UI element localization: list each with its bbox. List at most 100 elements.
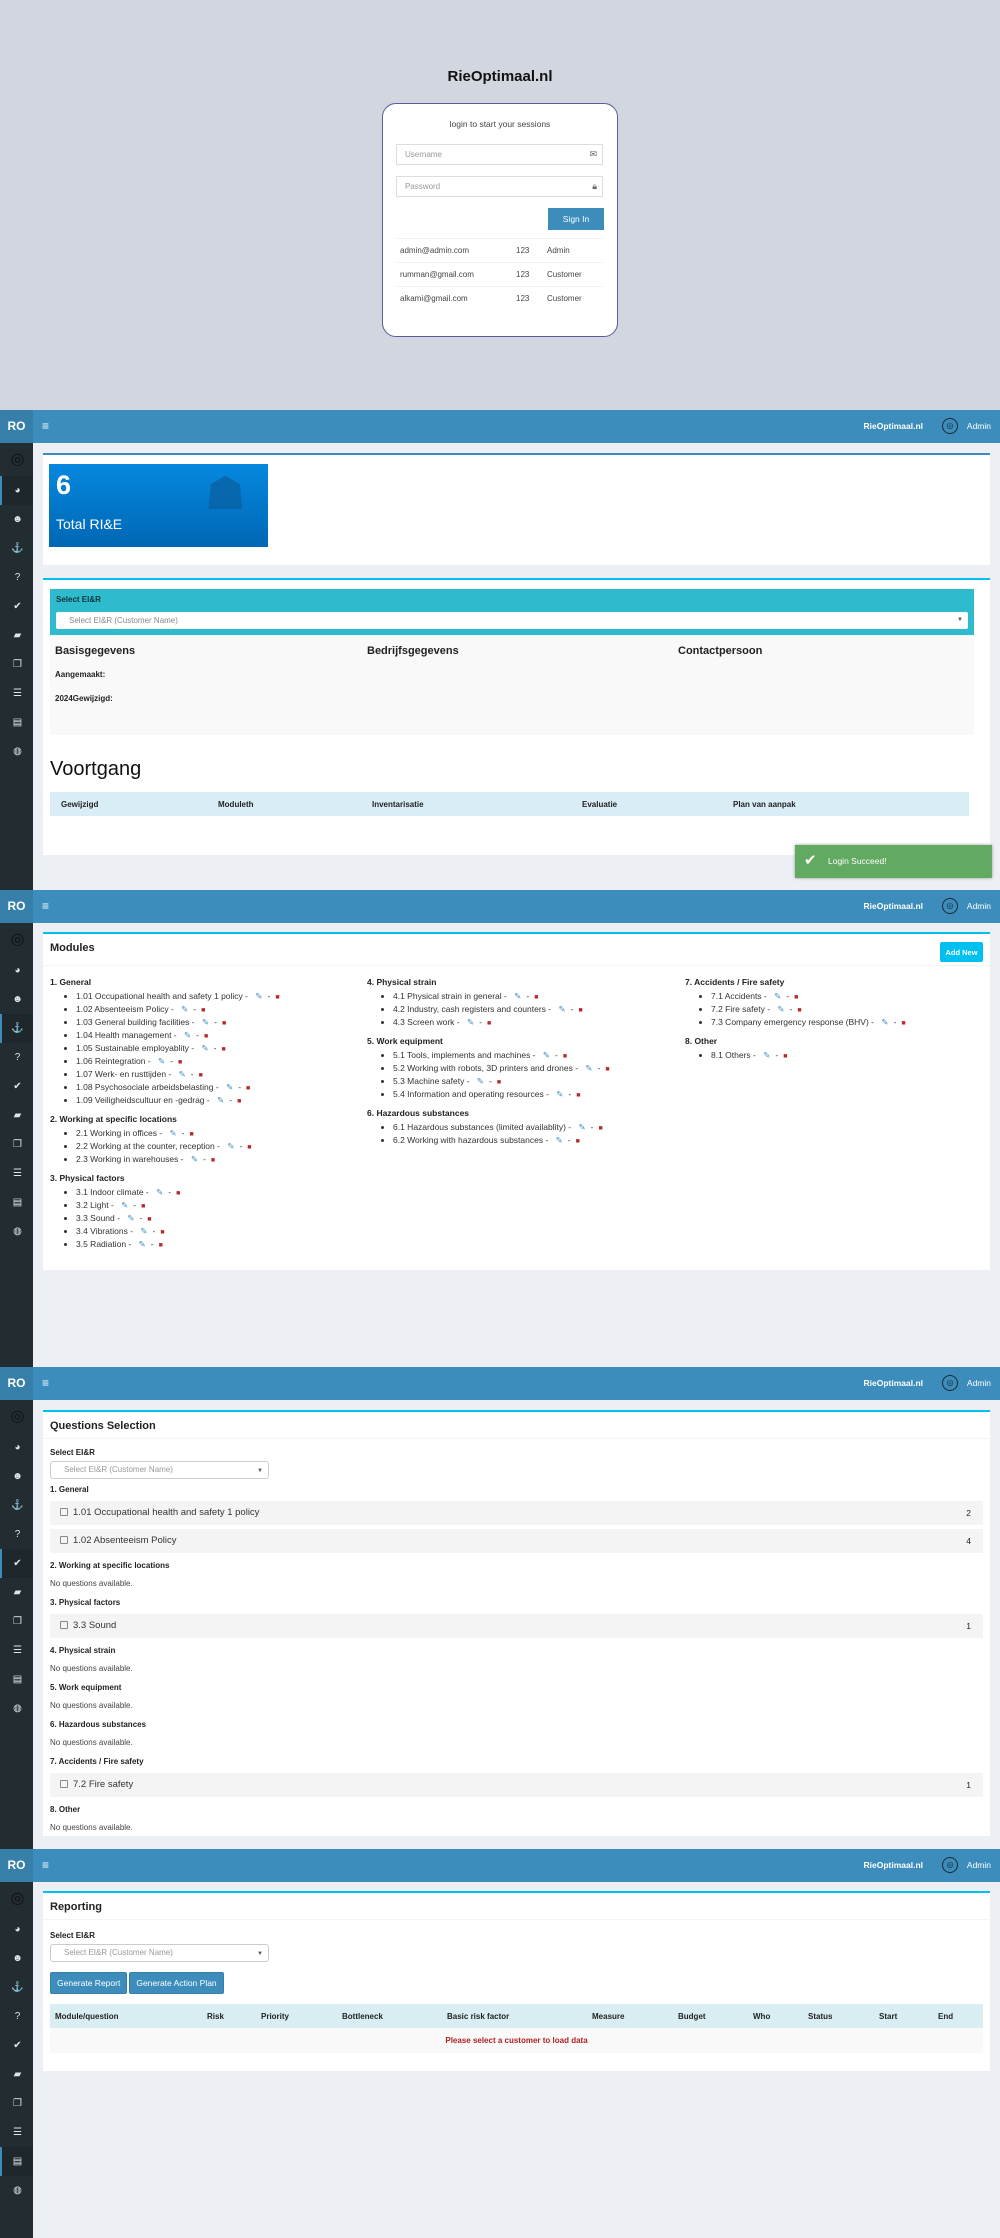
sidebar-item-dashboard[interactable]: ◕: [0, 476, 33, 505]
trash-icon[interactable]: ■: [797, 1007, 801, 1014]
customer-select[interactable]: Select EI&R (Customer Name) ▼: [56, 612, 968, 629]
sidebar-item-question[interactable]: ?: [0, 563, 33, 592]
checkbox[interactable]: [60, 1780, 68, 1789]
sidebar-item-check[interactable]: ✔: [0, 1072, 33, 1101]
trash-icon[interactable]: ■: [222, 1020, 226, 1027]
sidebar-item-question[interactable]: ?: [0, 1520, 33, 1549]
user-name[interactable]: Admin: [967, 1378, 991, 1388]
trash-icon[interactable]: ■: [159, 1242, 163, 1249]
sidebar-item-dashboard[interactable]: ◕: [0, 956, 33, 985]
edit-icon[interactable]: ✎: [156, 1187, 163, 1197]
trash-icon[interactable]: ■: [221, 1046, 225, 1053]
edit-icon[interactable]: ✎: [158, 1056, 165, 1066]
trash-icon[interactable]: ■: [237, 1098, 241, 1105]
trash-icon[interactable]: ■: [178, 1059, 182, 1066]
edit-icon[interactable]: ✎: [763, 1050, 770, 1060]
sidebar-item-user[interactable]: ☻: [0, 505, 33, 534]
edit-icon[interactable]: ✎: [881, 1017, 888, 1027]
menu-toggle-icon[interactable]: ≡: [42, 899, 49, 913]
trash-icon[interactable]: ■: [201, 1007, 205, 1014]
sidebar-item-file[interactable]: ▤: [0, 1188, 33, 1217]
trash-icon[interactable]: ■: [534, 994, 538, 1001]
edit-icon[interactable]: ✎: [774, 991, 781, 1001]
sidebar-item-check[interactable]: ✔: [0, 592, 33, 621]
edit-icon[interactable]: ✎: [170, 1128, 177, 1138]
trash-icon[interactable]: ■: [246, 1085, 250, 1092]
customer-select[interactable]: Select EI&R (Customer Name) ▼: [50, 1461, 269, 1479]
checkbox[interactable]: [60, 1508, 68, 1517]
sidebar-item-question[interactable]: ?: [0, 2002, 33, 2031]
trash-icon[interactable]: ■: [176, 1190, 180, 1197]
trash-icon[interactable]: ■: [794, 994, 798, 1001]
trash-icon[interactable]: ■: [247, 1144, 251, 1151]
sidebar-item-copy[interactable]: ❐: [0, 1130, 33, 1159]
edit-icon[interactable]: ✎: [140, 1226, 147, 1236]
checkbox[interactable]: [60, 1621, 68, 1630]
user-name[interactable]: Admin: [967, 901, 991, 911]
sidebar-item-user[interactable]: ☻: [0, 1944, 33, 1973]
generate-report-button[interactable]: Generate Report: [50, 1972, 128, 1994]
username-input[interactable]: Username ✉: [396, 144, 603, 165]
sidebar-item-list[interactable]: ☰: [0, 1636, 33, 1665]
sign-in-button[interactable]: Sign In: [548, 208, 604, 230]
brand-logo[interactable]: RO: [0, 410, 33, 443]
sidebar-item-question[interactable]: ?: [0, 1043, 33, 1072]
sidebar-item-dashboard[interactable]: ◕: [0, 1915, 33, 1944]
trash-icon[interactable]: ■: [204, 1033, 208, 1040]
edit-icon[interactable]: ✎: [558, 1004, 565, 1014]
edit-icon[interactable]: ✎: [184, 1030, 191, 1040]
sidebar-item-book[interactable]: ▰: [0, 1101, 33, 1130]
edit-icon[interactable]: ✎: [226, 1082, 233, 1092]
sidebar-item-power[interactable]: ◍: [0, 2176, 33, 2205]
edit-icon[interactable]: ✎: [255, 991, 262, 1001]
sidebar-item-file[interactable]: ▤: [0, 708, 33, 737]
edit-icon[interactable]: ✎: [585, 1063, 592, 1073]
sidebar-item-dashboard[interactable]: ◕: [0, 1433, 33, 1462]
trash-icon[interactable]: ■: [275, 994, 279, 1001]
edit-icon[interactable]: ✎: [777, 1004, 784, 1014]
edit-icon[interactable]: ✎: [191, 1154, 198, 1164]
edit-icon[interactable]: ✎: [127, 1213, 134, 1223]
login-success-toast[interactable]: ✔ Login Succeed!: [795, 845, 992, 878]
trash-icon[interactable]: ■: [189, 1131, 193, 1138]
sidebar-item-book[interactable]: ▰: [0, 621, 33, 650]
trash-icon[interactable]: ■: [783, 1053, 787, 1060]
sidebar-item-copy[interactable]: ❐: [0, 650, 33, 679]
menu-toggle-icon[interactable]: ≡: [42, 1858, 49, 1872]
edit-icon[interactable]: ✎: [121, 1200, 128, 1210]
sidebar-item-anchor[interactable]: ⚓: [0, 534, 33, 563]
user-avatar-icon[interactable]: ◎: [942, 1857, 958, 1873]
trash-icon[interactable]: ■: [576, 1092, 580, 1099]
user-avatar-icon[interactable]: ◎: [942, 1375, 958, 1391]
sidebar-item-anchor[interactable]: ⚓: [0, 1491, 33, 1520]
sidebar-item-book[interactable]: ▰: [0, 2060, 33, 2089]
trash-icon[interactable]: ■: [578, 1007, 582, 1014]
customer-select[interactable]: Select EI&R (Customer Name) ▼: [50, 1944, 269, 1962]
user-avatar-icon[interactable]: ◎: [942, 898, 958, 914]
total-rie-tile[interactable]: 6 Total RI&E ☗: [49, 464, 268, 547]
sidebar-item-power[interactable]: ◍: [0, 1217, 33, 1246]
brand-logo[interactable]: RO: [0, 1367, 33, 1400]
sidebar-item-list[interactable]: ☰: [0, 679, 33, 708]
question-row[interactable]: 7.2 Fire safety 1: [50, 1773, 983, 1797]
generate-action-plan-button[interactable]: Generate Action Plan: [129, 1972, 224, 1994]
sidebar-item-user[interactable]: ☻: [0, 985, 33, 1014]
sidebar-item-anchor[interactable]: ⚓: [0, 1014, 33, 1043]
user-name[interactable]: Admin: [967, 1860, 991, 1870]
edit-icon[interactable]: ✎: [477, 1076, 484, 1086]
edit-icon[interactable]: ✎: [556, 1089, 563, 1099]
brand-logo[interactable]: RO: [0, 1849, 33, 1882]
edit-icon[interactable]: ✎: [217, 1095, 224, 1105]
trash-icon[interactable]: ■: [605, 1066, 609, 1073]
sidebar-item-file[interactable]: ▤: [0, 1665, 33, 1694]
sidebar-item-list[interactable]: ☰: [0, 2118, 33, 2147]
trash-icon[interactable]: ■: [497, 1079, 501, 1086]
sidebar-item-user[interactable]: ☻: [0, 1462, 33, 1491]
edit-icon[interactable]: ✎: [467, 1017, 474, 1027]
user-avatar-icon[interactable]: ◎: [942, 418, 958, 434]
edit-icon[interactable]: ✎: [514, 991, 521, 1001]
sidebar-item-copy[interactable]: ❐: [0, 2089, 33, 2118]
trash-icon[interactable]: ■: [487, 1020, 491, 1027]
trash-icon[interactable]: ■: [576, 1138, 580, 1145]
edit-icon[interactable]: ✎: [202, 1043, 209, 1053]
